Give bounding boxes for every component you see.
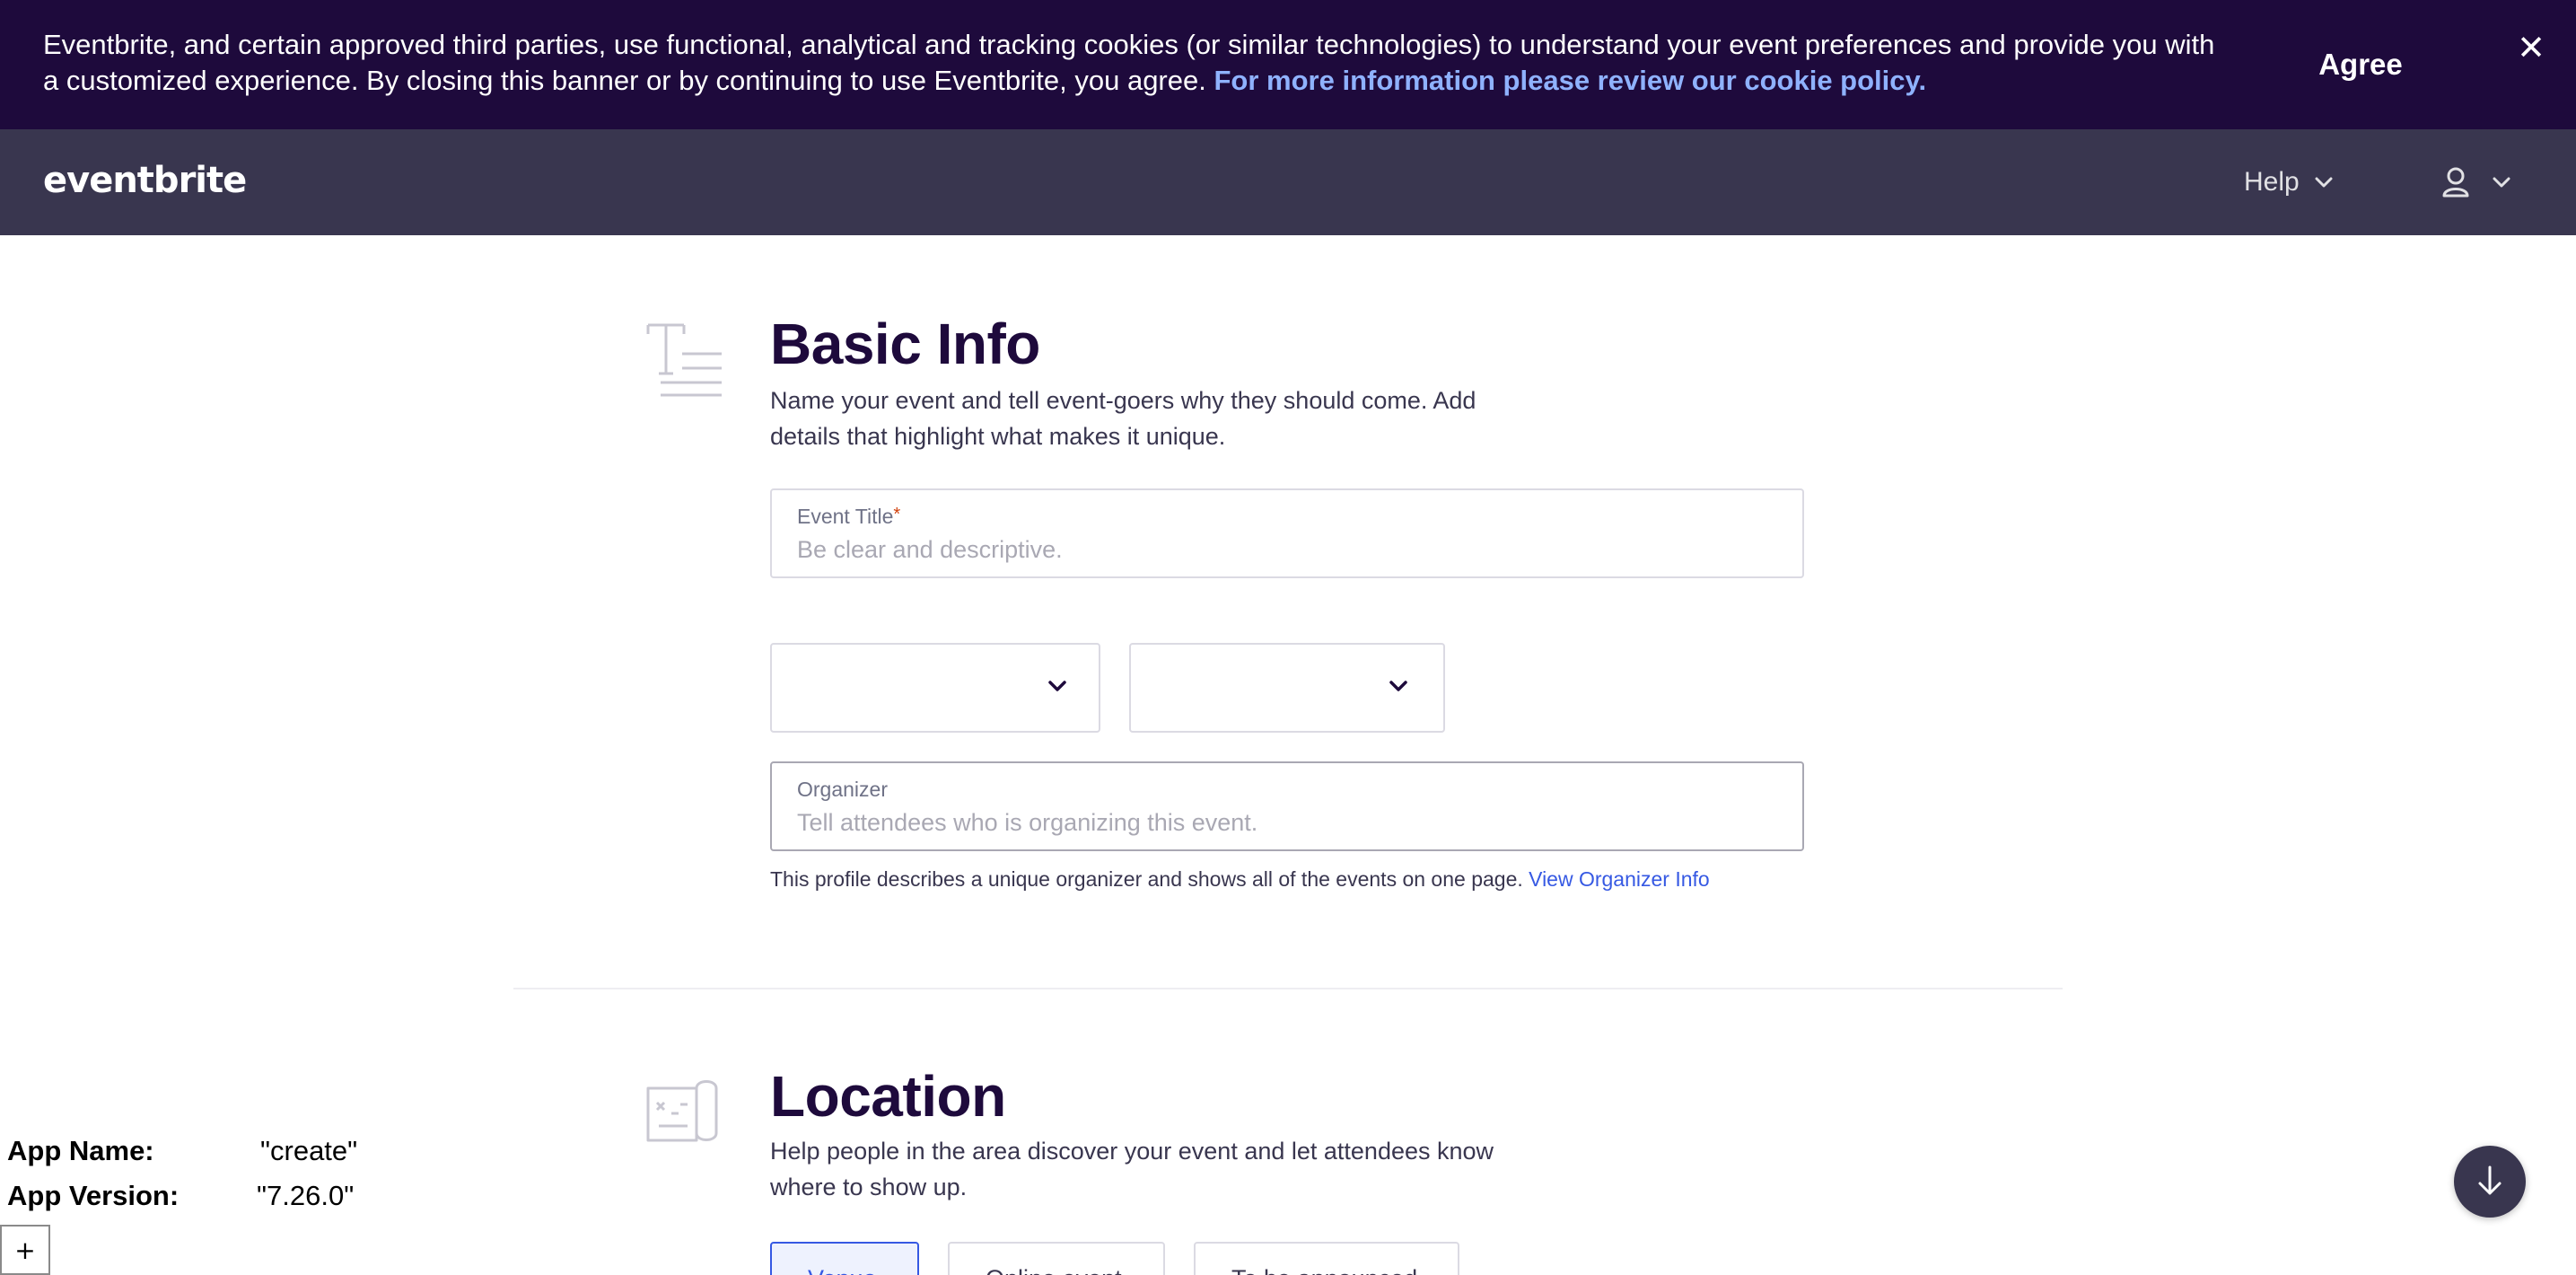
plus-button[interactable]: + [0,1225,50,1275]
location-description: Help people in the area discover your ev… [770,1138,1494,1200]
user-icon [2442,167,2469,198]
app-version-label: App Version: [7,1180,180,1211]
agree-button[interactable]: Agree [2298,38,2423,92]
event-title-input[interactable] [797,533,1775,566]
chevron-down-icon [2315,177,2333,188]
event-title-label: Event Title* [797,505,900,529]
app-name-value: "create" [260,1135,358,1166]
chevron-down-icon [1048,681,1066,691]
organizer-helper-message: This profile describes a unique organize… [770,867,1523,891]
close-icon: ✕ [2517,28,2545,67]
cookie-banner: Eventbrite, and certain approved third p… [0,0,2576,129]
chevron-down-icon [2493,177,2510,188]
organizer-field[interactable]: Organizer [770,761,1804,851]
help-label: Help [2244,167,2300,197]
basic-info-description: Name your event and tell event-goers why… [770,387,1476,450]
event-title-field[interactable]: Event Title* [770,488,1804,578]
online-event-button[interactable]: Online event [948,1242,1165,1275]
section-divider [513,988,2063,989]
app-name-label: App Name: [7,1135,154,1166]
text-format-icon [646,323,722,397]
app-version-value: "7.26.0" [257,1180,355,1211]
map-icon [646,1080,718,1142]
top-navigation: eventbrite Help [0,129,2576,235]
close-banner-button[interactable]: ✕ [2504,23,2558,72]
location-title: Location [770,1064,1006,1129]
chevron-down-icon [1389,681,1407,691]
event-category-select[interactable] [1129,643,1445,733]
required-marker: * [893,505,901,524]
eventbrite-logo[interactable]: eventbrite [43,160,247,201]
venue-button[interactable]: Venue [770,1242,919,1275]
cookie-policy-link[interactable]: For more information please review our c… [1214,65,1926,96]
basic-info-title: Basic Info [770,312,1040,376]
view-organizer-info-link[interactable]: View Organizer Info [1529,867,1710,891]
cookie-text: Eventbrite, and certain approved third p… [43,27,2215,99]
organizer-input[interactable] [797,806,1775,839]
event-type-select[interactable] [770,643,1100,733]
organizer-label: Organizer [797,778,888,801]
help-menu[interactable]: Help [2244,162,2334,203]
account-menu[interactable] [2441,162,2511,203]
scroll-down-button[interactable] [2454,1146,2526,1218]
arrow-down-icon [2478,1165,2502,1194]
event-title-label-text: Event Title [797,505,894,528]
to-be-announced-button[interactable]: To be announced [1194,1242,1459,1275]
organizer-helper-text: This profile describes a unique organize… [770,867,1710,892]
